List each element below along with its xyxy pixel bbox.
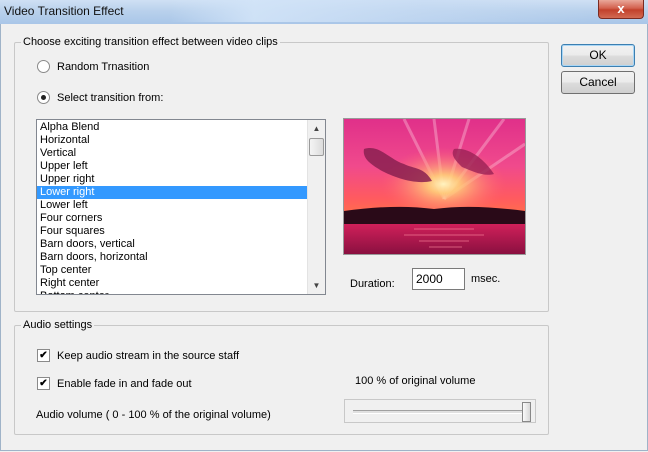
scroll-thumb[interactable]	[309, 138, 324, 156]
transition-group-legend: Choose exciting transition effect betwee…	[23, 36, 278, 48]
volume-slider[interactable]	[344, 399, 536, 423]
window-title: Video Transition Effect	[4, 4, 124, 18]
transition-listbox[interactable]: Alpha Blend Horizontal Vertical Upper left U…	[36, 119, 326, 295]
close-icon: x	[617, 1, 625, 16]
fade-checkmark-icon[interactable]: ✔	[37, 377, 50, 390]
transition-list-item[interactable]: Upper right	[37, 173, 307, 186]
audio-volume-label: Audio volume ( 0 - 100 % of the original…	[36, 409, 271, 421]
volume-slider-track[interactable]	[353, 410, 523, 414]
keep-audio-label: Keep audio stream in the source staff	[57, 349, 240, 362]
transition-list-item[interactable]: Right center	[37, 277, 307, 290]
duration-input[interactable]: 2000	[412, 268, 465, 290]
keep-audio-checkmark-icon[interactable]: ✔	[37, 349, 50, 362]
transition-list-item[interactable]: Bottom center	[37, 290, 307, 294]
volume-readout: 100 % of original volume	[355, 375, 476, 387]
transition-list-item[interactable]: Lower left	[37, 199, 307, 212]
transition-list-item[interactable]: Upper left	[37, 160, 307, 173]
scroll-down-arrow-icon[interactable]: ▼	[308, 277, 325, 294]
select-transition-label: Select transition from:	[57, 91, 164, 104]
close-button[interactable]: x	[598, 0, 644, 19]
transition-list-item[interactable]: Barn doors, vertical	[37, 238, 307, 251]
transition-list-scrollbar[interactable]: ▲ ▼	[307, 120, 325, 294]
random-transition-label: Random Trnasition	[57, 60, 150, 73]
random-transition-radio-dot[interactable]	[37, 60, 50, 73]
video-transition-dialog: Video Transition Effect x Choose excitin…	[0, 0, 648, 452]
titlebar-background-blur	[170, 0, 590, 22]
fade-label: Enable fade in and fade out	[57, 377, 192, 390]
duration-unit-label: msec.	[471, 273, 501, 285]
transition-preview-image	[343, 118, 526, 255]
transition-list-item[interactable]: Vertical	[37, 147, 307, 160]
ok-button[interactable]: OK	[561, 44, 635, 67]
random-transition-radio[interactable]: Random Trnasition	[37, 60, 149, 73]
select-transition-radio-dot[interactable]	[37, 91, 50, 104]
keep-audio-checkbox[interactable]: ✔ Keep audio stream in the source staff	[37, 349, 239, 362]
transition-list-items: Alpha Blend Horizontal Vertical Upper left U…	[37, 121, 307, 294]
transition-list-item[interactable]: Four corners	[37, 212, 307, 225]
fade-checkbox[interactable]: ✔ Enable fade in and fade out	[37, 377, 192, 390]
cancel-button[interactable]: Cancel	[561, 71, 635, 94]
transition-list-item[interactable]: Alpha Blend	[37, 121, 307, 134]
sunset-preview-svg	[344, 119, 525, 254]
volume-slider-thumb[interactable]	[522, 402, 531, 422]
transition-list-item[interactable]: Lower right	[37, 186, 307, 199]
audio-group-legend: Audio settings	[23, 319, 93, 331]
select-transition-radio[interactable]: Select transition from:	[37, 91, 163, 104]
scroll-up-arrow-icon[interactable]: ▲	[308, 120, 325, 137]
transition-list-item[interactable]: Four squares	[37, 225, 307, 238]
transition-list-item[interactable]: Horizontal	[37, 134, 307, 147]
transition-list-item[interactable]: Top center	[37, 264, 307, 277]
duration-label: Duration:	[350, 278, 395, 290]
transition-list-item[interactable]: Barn doors, horizontal	[37, 251, 307, 264]
title-bar[interactable]: Video Transition Effect x	[0, 0, 648, 25]
